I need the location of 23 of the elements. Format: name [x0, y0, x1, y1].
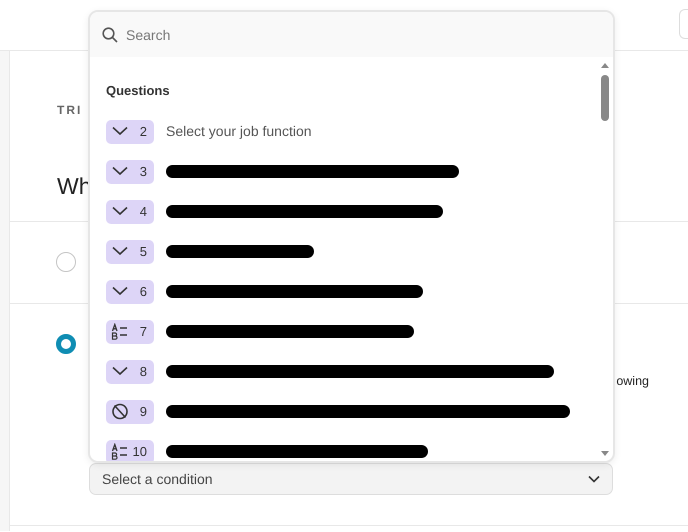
question-number: 3: [140, 162, 147, 181]
radio-button[interactable]: [56, 334, 76, 354]
group-title: Questions: [106, 82, 171, 100]
chevron-down-icon: [588, 475, 600, 483]
question-number: 5: [140, 242, 147, 261]
question-number: 7: [140, 322, 147, 341]
question-option[interactable]: Select your job function: [166, 121, 312, 142]
search-field[interactable]: Search: [90, 12, 613, 57]
option-text: owing: [616, 374, 649, 388]
question-number: 8: [140, 362, 147, 381]
condition-select[interactable]: Select a condition: [89, 463, 613, 495]
slashed-circle-icon: [111, 403, 129, 420]
question-number: 6: [140, 282, 147, 301]
section-label: TRI: [57, 102, 84, 119]
list-icon: [111, 323, 129, 340]
header-control[interactable]: [679, 9, 688, 39]
question-number: 10: [132, 442, 147, 461]
search-icon: [102, 27, 118, 43]
list-icon: [111, 443, 129, 460]
question-number: 4: [140, 202, 147, 221]
radio-button[interactable]: [56, 252, 76, 272]
question-number: 2: [140, 122, 147, 141]
question-number: 9: [140, 402, 147, 421]
